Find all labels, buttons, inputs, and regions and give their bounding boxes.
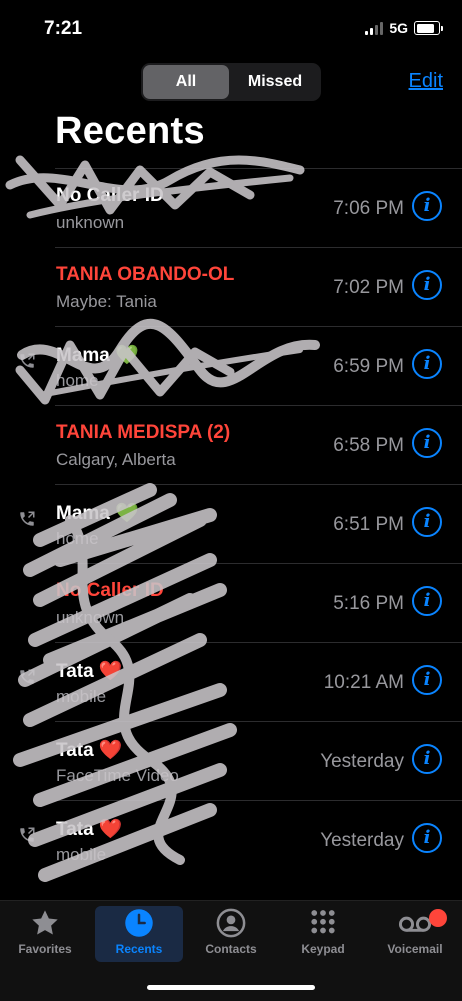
call-time: 6:58 PM [333, 435, 404, 456]
caller-name: TANIA MEDISPA (2) [56, 422, 231, 443]
star-icon [1, 906, 89, 940]
status-bar: 7:21 5G [0, 0, 462, 60]
info-icon[interactable]: i [412, 665, 442, 695]
info-icon[interactable]: i [412, 823, 442, 853]
call-time: 7:02 PM [333, 277, 404, 298]
call-subtitle: unknown [56, 213, 125, 232]
home-indicator [147, 985, 315, 990]
call-time: Yesterday [320, 830, 404, 851]
voicemail-icon [371, 906, 459, 940]
clock-icon [95, 906, 183, 940]
call-row[interactable]: Mama 💚 home 6:59 PM i [0, 326, 462, 405]
caller-name: Mama 💚 [56, 503, 139, 524]
call-subtitle: unknown [56, 608, 125, 627]
tab-recents[interactable]: Recents [95, 906, 183, 962]
call-row[interactable]: Tata ❤️ mobile Yesterday i [0, 800, 462, 879]
info-icon[interactable]: i [412, 428, 442, 458]
cellular-signal-icon [365, 21, 384, 35]
call-row[interactable]: No Caller ID unknown 7:06 PM i [0, 168, 462, 247]
call-row[interactable]: Tata ❤️ mobile 10:21 AM i [0, 642, 462, 721]
outgoing-call-icon [18, 352, 36, 370]
edit-button[interactable]: Edit [409, 70, 443, 93]
row-divider [55, 721, 462, 722]
call-row[interactable]: TANIA MEDISPA (2) Calgary, Alberta 6:58 PM… [0, 405, 462, 484]
call-row[interactable]: TANIA OBANDO-OL Maybe: Tania 7:02 PM i [0, 247, 462, 326]
person-circle-icon [187, 906, 275, 940]
segment-all[interactable]: All [143, 65, 229, 99]
tab-favorites[interactable]: Favorites [1, 906, 89, 962]
status-time: 7:21 [44, 18, 83, 39]
info-icon[interactable]: i [412, 507, 442, 537]
call-row[interactable]: Tata ❤️ FaceTime Video Yesterday i [0, 721, 462, 800]
call-subtitle: Maybe: Tania [56, 292, 157, 311]
call-row[interactable]: Mama 💚 home 6:51 PM i [0, 484, 462, 563]
filter-segmented-control: All Missed [141, 63, 321, 101]
call-subtitle: mobile [56, 845, 107, 864]
row-divider [55, 247, 462, 248]
network-type: 5G [389, 20, 408, 36]
outgoing-call-icon [18, 826, 36, 844]
call-subtitle: mobile [56, 687, 107, 706]
tab-contacts[interactable]: Contacts [187, 906, 275, 962]
caller-name: Tata ❤️ [56, 819, 123, 840]
row-divider [55, 405, 462, 406]
info-icon[interactable]: i [412, 270, 442, 300]
caller-name: Tata ❤️ [56, 661, 123, 682]
call-time: 6:51 PM [333, 514, 404, 535]
outgoing-call-icon [18, 668, 36, 686]
call-row[interactable]: No Caller ID unknown 5:16 PM i [0, 563, 462, 642]
row-divider [55, 326, 462, 327]
info-icon[interactable]: i [412, 744, 442, 774]
keypad-icon [279, 906, 367, 940]
call-time: 7:06 PM [333, 198, 404, 219]
call-time: Yesterday [320, 751, 404, 772]
tab-keypad[interactable]: Keypad [279, 906, 367, 962]
call-subtitle: Calgary, Alberta [56, 450, 176, 469]
call-time: 6:59 PM [333, 356, 404, 377]
caller-name: Mama 💚 [56, 345, 139, 366]
call-time: 5:16 PM [333, 593, 404, 614]
caller-name: No Caller ID [56, 185, 164, 206]
row-divider [55, 563, 462, 564]
row-divider [55, 800, 462, 801]
call-subtitle: FaceTime Video [56, 766, 179, 785]
call-subtitle: home [56, 371, 99, 390]
info-icon[interactable]: i [412, 586, 442, 616]
segment-missed[interactable]: Missed [231, 65, 319, 99]
row-divider [55, 642, 462, 643]
caller-name: TANIA OBANDO-OL [56, 264, 235, 285]
battery-icon [414, 21, 443, 35]
row-divider [55, 484, 462, 485]
outgoing-call-icon [18, 510, 36, 528]
info-icon[interactable]: i [412, 349, 442, 379]
caller-name: No Caller ID [56, 580, 164, 601]
info-icon[interactable]: i [412, 191, 442, 221]
page-title: Recents [55, 110, 205, 152]
call-time: 10:21 AM [323, 672, 404, 693]
row-divider [55, 168, 462, 169]
status-indicators: 5G [365, 20, 443, 36]
caller-name: Tata ❤️ [56, 740, 123, 761]
call-subtitle: home [56, 529, 99, 548]
voicemail-badge [429, 909, 447, 927]
tab-voicemail[interactable]: Voicemail [371, 906, 459, 962]
